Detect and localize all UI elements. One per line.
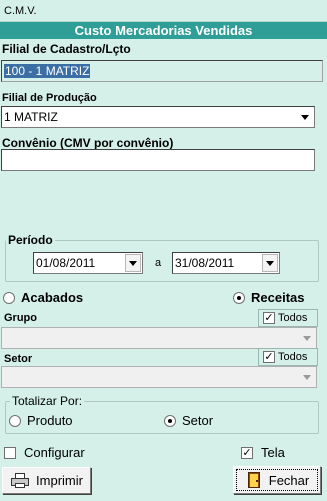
radio-setor-indicator[interactable] xyxy=(164,414,176,427)
radio-produto-indicator[interactable] xyxy=(9,414,21,427)
grupo-select[interactable] xyxy=(1,327,317,349)
periodo-end-date[interactable]: 31/08/2011 xyxy=(172,252,280,274)
fechar-label: Fechar xyxy=(268,472,310,488)
imprimir-button[interactable]: Imprimir xyxy=(2,467,91,494)
grupo-todos-checkbox[interactable]: ✓ Todos xyxy=(258,309,318,327)
convenio-label: Convênio (CMV por convênio) xyxy=(2,136,174,150)
radio-setor-label: Setor xyxy=(182,413,214,428)
form-banner: Custo Mercadorias Vendidas xyxy=(0,22,327,39)
grupo-todos-label: Todos xyxy=(278,312,308,324)
radio-setor[interactable]: Setor xyxy=(164,413,213,428)
grupo-label: Grupo xyxy=(4,312,37,324)
totalizar-label: Totalizar Por: xyxy=(10,394,85,408)
convenio-input[interactable] xyxy=(1,149,315,171)
chevron-down-icon[interactable] xyxy=(297,108,313,126)
periodo-separator: a xyxy=(155,257,162,269)
configurar-label: Configurar xyxy=(24,445,85,460)
periodo-start-date[interactable]: 01/08/2011 xyxy=(33,252,143,274)
filial-producao-value: 1 MATRIZ xyxy=(4,110,58,124)
tela-label: Tela xyxy=(261,445,285,460)
periodo-end-value: 31/08/2011 xyxy=(175,256,235,270)
fechar-button[interactable]: Fechar xyxy=(233,466,321,494)
radio-receitas-indicator[interactable] xyxy=(233,291,245,304)
filial-cadastro-field[interactable]: 100 - 1 MATRIZ xyxy=(1,60,323,82)
configurar-checkbox[interactable]: Configurar xyxy=(4,445,85,460)
imprimir-label: Imprimir xyxy=(36,473,83,488)
radio-receitas[interactable]: Receitas xyxy=(233,290,304,305)
window-title: C.M.V. xyxy=(0,0,327,22)
filial-cadastro-value: 100 - 1 MATRIZ xyxy=(4,64,91,78)
chevron-down-icon[interactable] xyxy=(262,254,278,272)
setor-todos-checkbox[interactable]: ✓ Todos xyxy=(258,348,318,366)
radio-acabados-label: Acabados xyxy=(21,290,84,305)
configurar-check[interactable] xyxy=(4,446,16,459)
periodo-label: Período xyxy=(6,233,55,247)
chevron-down-icon[interactable] xyxy=(299,368,315,386)
periodo-start-value: 01/08/2011 xyxy=(36,256,96,270)
filial-cadastro-label: Filial de Cadastro/Lçto xyxy=(2,42,131,56)
printer-icon xyxy=(10,472,30,489)
chevron-down-icon[interactable] xyxy=(125,254,141,272)
grupo-todos-check[interactable]: ✓ xyxy=(263,312,275,324)
setor-todos-label: Todos xyxy=(278,351,308,363)
chevron-down-icon[interactable] xyxy=(299,329,315,347)
tela-checkbox[interactable]: ✓ Tela xyxy=(241,445,285,460)
setor-todos-check[interactable]: ✓ xyxy=(263,351,275,363)
tela-check[interactable]: ✓ xyxy=(241,446,253,459)
filial-producao-select[interactable]: 1 MATRIZ xyxy=(1,106,315,128)
setor-select[interactable] xyxy=(1,366,317,388)
radio-produto[interactable]: Produto xyxy=(9,413,73,428)
radio-produto-label: Produto xyxy=(27,413,73,428)
radio-acabados-indicator[interactable] xyxy=(3,291,15,304)
radio-receitas-label: Receitas xyxy=(251,290,305,305)
filial-producao-label: Filial de Produção xyxy=(2,92,97,104)
radio-acabados[interactable]: Acabados xyxy=(3,290,83,305)
door-exit-icon xyxy=(245,471,263,489)
setor-label: Setor xyxy=(4,353,33,365)
